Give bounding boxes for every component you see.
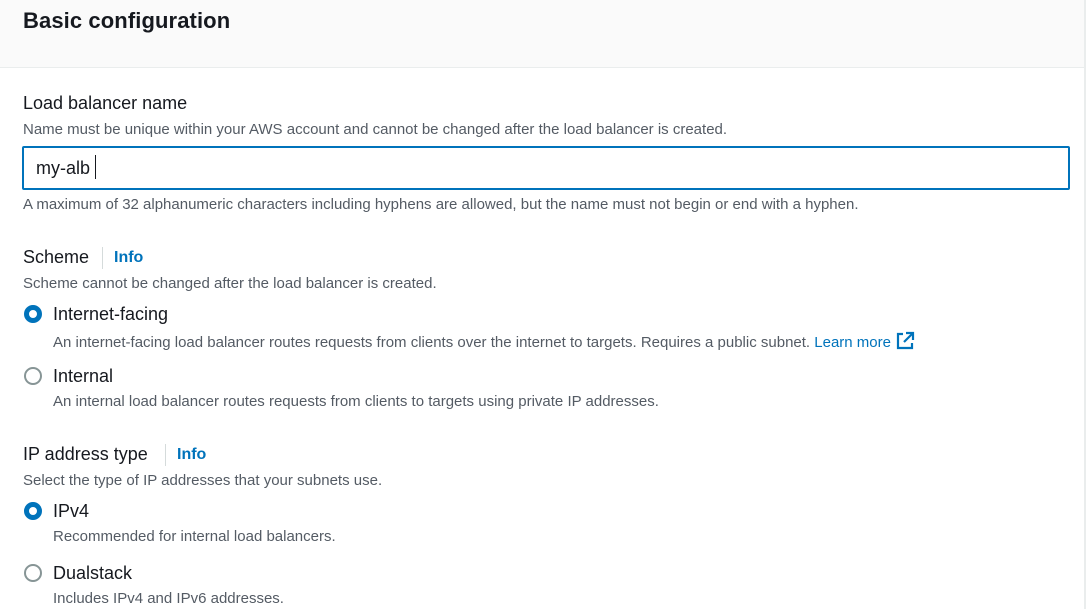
internet-facing-description-text: An internet-facing load balancer routes … bbox=[53, 334, 811, 351]
learn-more-link[interactable]: Learn more bbox=[814, 331, 915, 351]
dualstack-label[interactable]: Dualstack bbox=[53, 563, 132, 584]
scheme-info-link[interactable]: Info bbox=[102, 247, 143, 269]
dualstack-radio[interactable] bbox=[24, 564, 42, 582]
ip-address-type-description: Select the type of IP addresses that you… bbox=[23, 472, 383, 489]
ipv4-radio[interactable] bbox=[24, 502, 42, 520]
ip-address-type-info-link[interactable]: Info bbox=[165, 444, 206, 466]
scheme-description: Scheme cannot be changed after the load … bbox=[23, 275, 437, 292]
text-cursor bbox=[95, 155, 96, 179]
ipv4-description: Recommended for internal load balancers. bbox=[53, 528, 336, 545]
internet-facing-description: An internet-facing load balancer routes … bbox=[53, 331, 915, 351]
ip-address-type-label: IP address type bbox=[23, 444, 148, 464]
load-balancer-name-description: Name must be unique within your AWS acco… bbox=[23, 121, 728, 138]
load-balancer-name-input[interactable] bbox=[22, 146, 1070, 190]
learn-more-label[interactable]: Learn more bbox=[814, 334, 891, 351]
load-balancer-name-label: Load balancer name bbox=[23, 93, 188, 113]
load-balancer-name-constraint: A maximum of 32 alphanumeric characters … bbox=[23, 196, 859, 213]
ipv4-label[interactable]: IPv4 bbox=[53, 501, 89, 522]
dualstack-description: Includes IPv4 and IPv6 addresses. bbox=[53, 590, 284, 607]
internal-label[interactable]: Internal bbox=[53, 366, 113, 387]
panel-header: Basic configuration bbox=[0, 0, 1086, 68]
internal-description: An internal load balancer routes request… bbox=[53, 393, 659, 410]
internet-facing-label[interactable]: Internet-facing bbox=[53, 304, 168, 325]
scheme-label: Scheme bbox=[23, 247, 90, 267]
internal-radio[interactable] bbox=[24, 367, 42, 385]
panel-title: Basic configuration bbox=[23, 8, 231, 33]
internet-facing-radio[interactable] bbox=[24, 305, 42, 323]
external-link-icon[interactable] bbox=[895, 331, 915, 351]
